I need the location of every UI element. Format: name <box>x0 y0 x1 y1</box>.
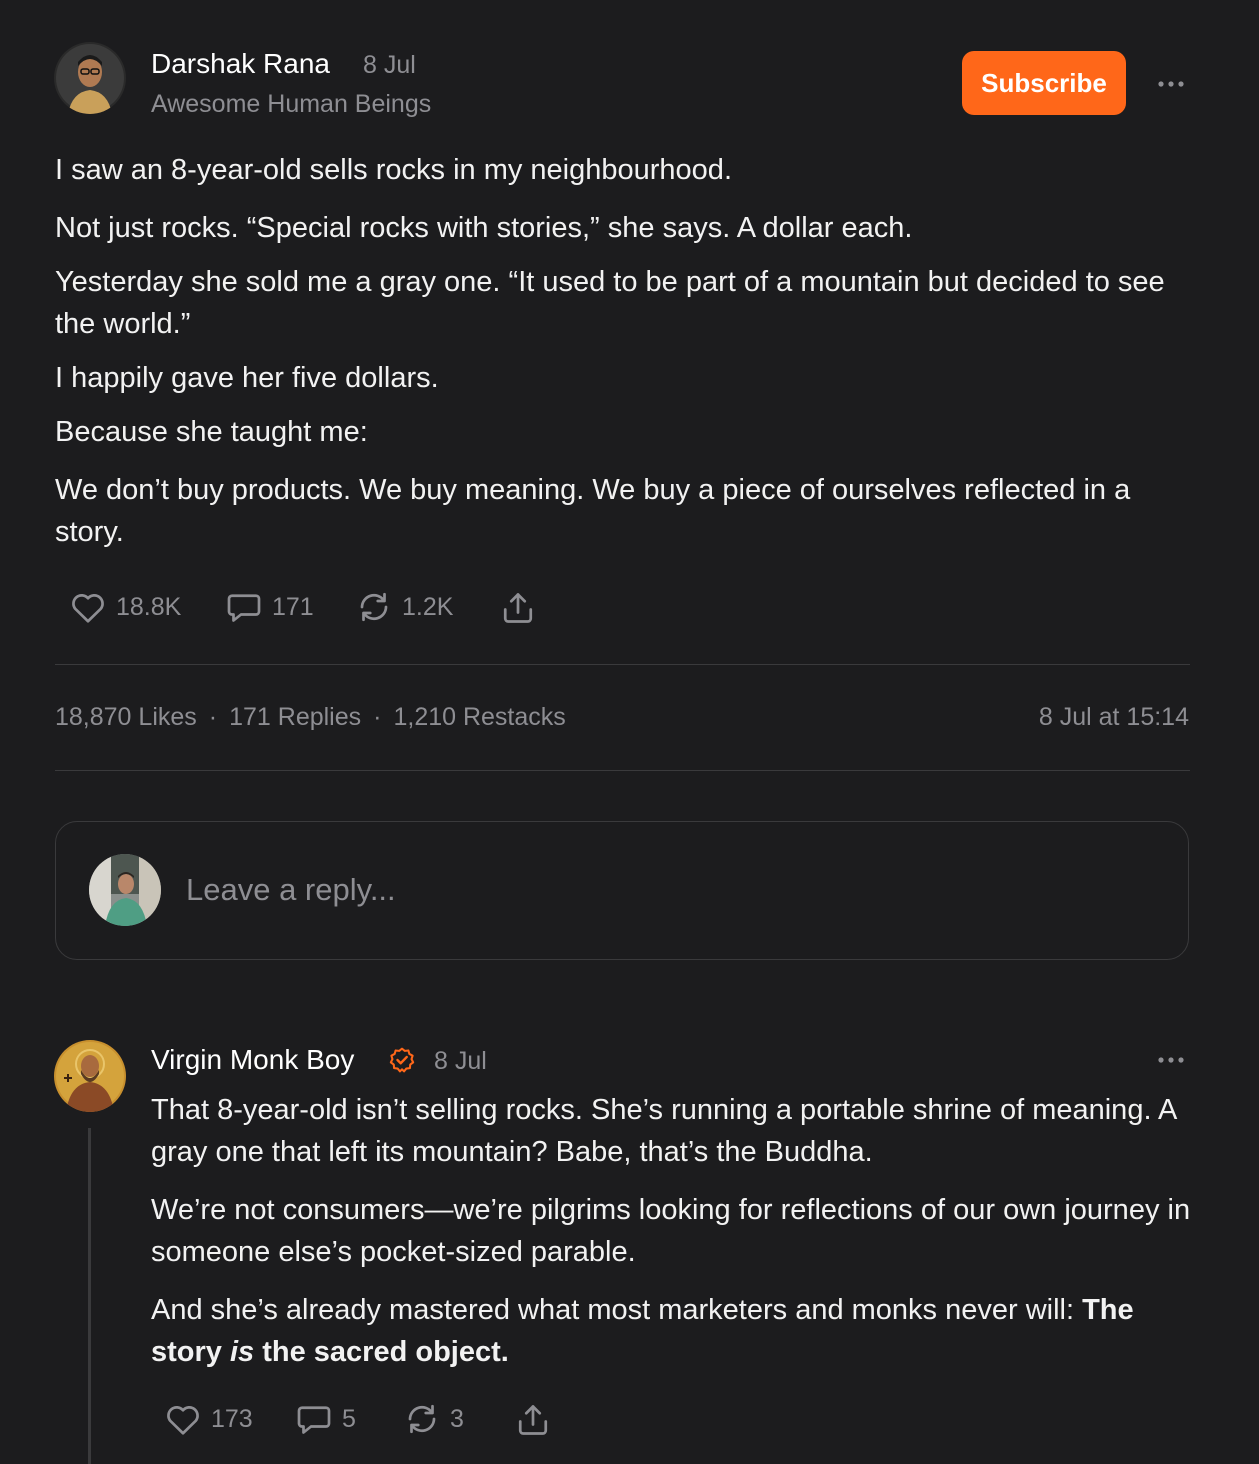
comment-bold-text: the sacred object. <box>254 1336 509 1368</box>
restacks-stat[interactable]: 1,210 Restacks <box>393 703 565 731</box>
reply-input[interactable]: Leave a reply... <box>55 821 1189 960</box>
comment-reply-count: 5 <box>342 1404 356 1433</box>
separator-dot: · <box>373 703 382 731</box>
comment-paragraph: And she’s already mastered what most mar… <box>151 1289 1196 1373</box>
comment-restack-count: 3 <box>450 1404 464 1433</box>
share-icon <box>518 1405 548 1435</box>
comment-share-button[interactable] <box>515 1402 551 1438</box>
reply-button[interactable]: 171 <box>226 590 314 624</box>
comment-paragraph: We’re not consumers—we’re pilgrims looki… <box>151 1194 1191 1268</box>
restack-icon <box>408 1404 436 1434</box>
restack-button[interactable]: 1.2K <box>356 590 453 624</box>
share-icon <box>503 593 533 623</box>
likes-stat[interactable]: 18,870 Likes <box>55 703 197 731</box>
like-button[interactable]: 18.8K <box>70 590 181 624</box>
publication-name[interactable]: Awesome Human Beings <box>151 90 431 119</box>
like-count: 18.8K <box>116 592 182 621</box>
post-paragraph: I saw an 8-year-old sells rocks in my ne… <box>55 154 732 186</box>
post-paragraph: I happily gave her five dollars. <box>55 362 439 394</box>
post-paragraph: We don’t buy products. We buy meaning. W… <box>55 474 1131 548</box>
comment-text: And she’s already mastered what most mar… <box>151 1294 1083 1326</box>
reply-count: 171 <box>272 592 314 621</box>
post-paragraph: Not just rocks. “Special rocks with stor… <box>55 212 913 244</box>
separator-dot: · <box>208 703 218 731</box>
post-paragraph: Yesterday she sold me a gray one. “It us… <box>55 266 1165 340</box>
comment-reply-button[interactable]: 5 <box>296 1402 356 1436</box>
heart-icon <box>167 1406 199 1435</box>
post-stats: 18,870 Likes · 171 Replies · 1,210 Restacks <box>55 703 566 732</box>
author-name[interactable]: Darshak Rana <box>151 48 330 80</box>
author-avatar[interactable] <box>54 42 126 114</box>
note-page: Darshak Rana 8 Jul Awesome Human Beings … <box>0 0 1259 1464</box>
comment-paragraph: That 8-year-old isn’t selling rocks. She… <box>151 1094 1176 1168</box>
subscribe-button[interactable]: Subscribe <box>962 51 1126 115</box>
comment-icon <box>227 594 261 622</box>
current-user-avatar <box>89 854 161 926</box>
comment-restack-button[interactable]: 3 <box>404 1402 464 1436</box>
comment-like-count: 173 <box>211 1404 253 1433</box>
divider <box>55 770 1190 771</box>
comment-like-button[interactable]: 173 <box>165 1402 253 1436</box>
commenter-avatar[interactable] <box>54 1040 126 1112</box>
comment-more-options-icon[interactable] <box>1156 1045 1186 1075</box>
post-date: 8 Jul <box>363 51 416 79</box>
verified-badge-icon <box>389 1047 415 1073</box>
more-options-icon[interactable] <box>1156 69 1186 99</box>
divider <box>55 664 1190 665</box>
comment-date: 8 Jul <box>434 1047 487 1075</box>
post-timestamp: 8 Jul at 15:14 <box>1038 703 1189 731</box>
reply-placeholder: Leave a reply... <box>186 872 396 907</box>
comment-bold-italic-text: is <box>229 1336 255 1368</box>
commenter-name[interactable]: Virgin Monk Boy <box>151 1044 354 1076</box>
heart-icon <box>72 594 104 623</box>
restack-icon <box>360 592 388 622</box>
post-paragraph: Because she taught me: <box>55 416 368 448</box>
thread-line <box>88 1128 91 1464</box>
comment-icon <box>297 1406 331 1434</box>
restack-count: 1.2K <box>402 592 454 621</box>
replies-stat[interactable]: 171 Replies <box>229 703 361 731</box>
share-button[interactable] <box>500 590 536 626</box>
